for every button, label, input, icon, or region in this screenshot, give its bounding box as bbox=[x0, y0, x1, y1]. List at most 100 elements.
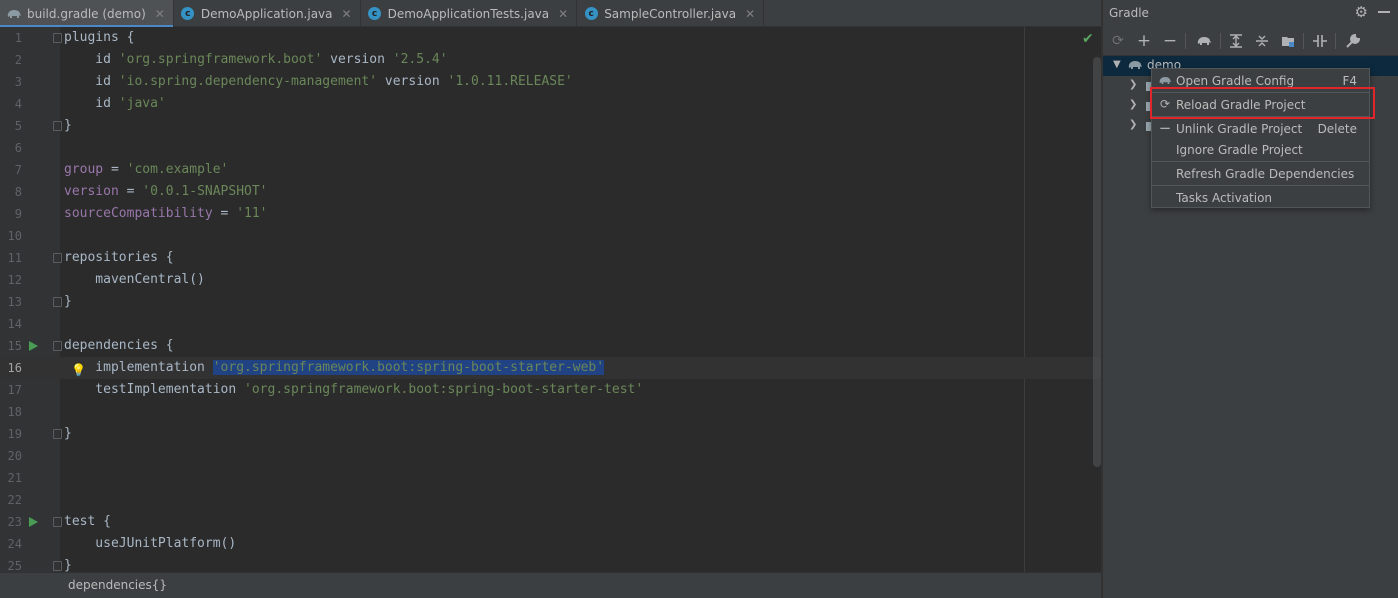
collapse-all-icon[interactable] bbox=[1252, 31, 1272, 51]
code-line[interactable]: 14 bbox=[0, 313, 1101, 335]
fold-marker-icon[interactable] bbox=[53, 517, 62, 527]
tab-label: DemoApplication.java bbox=[200, 6, 333, 21]
menu-item-unlink-gradle-project[interactable]: − Unlink Gradle Project Delete bbox=[1152, 118, 1369, 140]
group-modules-icon[interactable] bbox=[1278, 31, 1298, 51]
line-number: 9 bbox=[14, 207, 22, 221]
code-line[interactable]: 15 dependencies { bbox=[0, 335, 1101, 357]
gradle-elephant-icon bbox=[1127, 59, 1143, 74]
code-text: plugins { bbox=[64, 27, 134, 49]
chevron-right-icon[interactable]: ❯ bbox=[1129, 99, 1137, 110]
fold-marker-icon[interactable] bbox=[53, 561, 62, 571]
fold-marker-icon[interactable] bbox=[53, 121, 62, 131]
code-line[interactable]: 7 group = 'com.example' bbox=[0, 159, 1101, 181]
tab-label: build.gradle (demo) bbox=[27, 6, 146, 21]
line-number: 21 bbox=[7, 471, 22, 485]
fold-marker-icon[interactable] bbox=[53, 297, 62, 307]
line-number: 12 bbox=[7, 273, 22, 287]
add-icon[interactable]: + bbox=[1134, 31, 1154, 51]
code-token: useJUnitPlatform() bbox=[64, 536, 237, 551]
menu-item-refresh-gradle-dependencies[interactable]: Refresh Gradle Dependencies bbox=[1152, 163, 1369, 185]
tab-demo-application-tests[interactable]: c DemoApplicationTests.java ✕ bbox=[361, 0, 578, 27]
code-line[interactable]: 16 💡 implementation 'org.springframework.… bbox=[0, 357, 1101, 379]
menu-item-ignore-gradle-project[interactable]: Ignore Gradle Project bbox=[1152, 139, 1369, 161]
code-line[interactable]: 11 repositories { bbox=[0, 247, 1101, 269]
close-icon[interactable]: ✕ bbox=[342, 7, 352, 21]
chevron-right-icon[interactable]: ❯ bbox=[1129, 119, 1137, 130]
code-line[interactable]: 20 bbox=[0, 445, 1101, 467]
code-line[interactable]: 23 test { bbox=[0, 511, 1101, 533]
code-line[interactable]: 6 bbox=[0, 137, 1101, 159]
menu-item-shortcut: F4 bbox=[1342, 74, 1357, 88]
vertical-scrollbar[interactable] bbox=[1093, 57, 1101, 467]
line-number: 4 bbox=[14, 97, 22, 111]
line-number: 22 bbox=[7, 493, 22, 507]
breadcrumb-item[interactable]: dependencies{} bbox=[68, 578, 167, 592]
line-number: 10 bbox=[7, 229, 22, 243]
gradle-elephant-icon bbox=[1158, 73, 1172, 87]
code-token: dependencies { bbox=[64, 338, 174, 353]
minimize-icon[interactable] bbox=[1378, 11, 1390, 13]
code-line[interactable]: 13} bbox=[0, 291, 1101, 313]
expand-all-icon[interactable] bbox=[1226, 31, 1246, 51]
fold-marker-icon[interactable] bbox=[53, 33, 62, 43]
tab-build-gradle[interactable]: build.gradle (demo) ✕ bbox=[0, 0, 174, 28]
fold-marker-icon[interactable] bbox=[53, 341, 62, 351]
code-line[interactable]: 9 sourceCompatibility = '11' bbox=[0, 203, 1101, 225]
line-number: 8 bbox=[14, 185, 22, 199]
close-icon[interactable]: ✕ bbox=[558, 7, 568, 21]
code-text: } bbox=[64, 555, 72, 572]
build-tool-settings-icon[interactable] bbox=[1343, 31, 1363, 51]
chevron-down-icon[interactable]: ▼ bbox=[1113, 59, 1121, 70]
highlight-annotation-box bbox=[1150, 87, 1375, 119]
line-number: 5 bbox=[14, 119, 22, 133]
toggle-offline-icon[interactable] bbox=[1310, 31, 1330, 51]
tab-demo-application[interactable]: c DemoApplication.java ✕ bbox=[174, 0, 361, 27]
fold-marker-icon[interactable] bbox=[53, 253, 62, 263]
fold-marker-icon[interactable] bbox=[53, 429, 62, 439]
minus-icon: − bbox=[1158, 119, 1172, 137]
menu-item-shortcut: Delete bbox=[1317, 122, 1357, 136]
breadcrumb[interactable]: dependencies{} bbox=[0, 572, 1101, 598]
code-line[interactable]: 12 mavenCentral() bbox=[0, 269, 1101, 291]
code-line[interactable]: 3 id 'io.spring.dependency-management' v… bbox=[0, 71, 1101, 93]
gear-icon[interactable]: ⚙ bbox=[1355, 3, 1368, 21]
code-line[interactable]: 19} bbox=[0, 423, 1101, 445]
run-gutter-icon[interactable] bbox=[29, 341, 38, 351]
toolbar-separator bbox=[1335, 33, 1336, 49]
code-text: test { bbox=[64, 511, 111, 533]
code-editor[interactable]: 1 plugins {2 id 'org.springframework.boot… bbox=[0, 27, 1101, 572]
close-icon[interactable]: ✕ bbox=[745, 7, 755, 21]
code-line[interactable]: 24 useJUnitPlatform() bbox=[0, 533, 1101, 555]
remove-icon[interactable]: − bbox=[1160, 31, 1180, 51]
code-line[interactable]: 2 id 'org.springframework.boot' version … bbox=[0, 49, 1101, 71]
menu-item-label: Tasks Activation bbox=[1176, 191, 1273, 205]
run-gutter-icon[interactable] bbox=[29, 517, 38, 527]
reload-all-icon[interactable]: ⟳ bbox=[1108, 31, 1128, 51]
gradle-elephant-icon[interactable] bbox=[1194, 31, 1214, 51]
line-number: 23 bbox=[7, 515, 22, 529]
menu-item-tasks-activation[interactable]: Tasks Activation bbox=[1152, 187, 1369, 209]
code-token: } bbox=[64, 118, 72, 133]
code-line[interactable]: 10 bbox=[0, 225, 1101, 247]
code-text: id 'java' bbox=[64, 93, 165, 115]
code-line[interactable]: 4 id 'java' bbox=[0, 93, 1101, 115]
code-token: 'com.example' bbox=[126, 162, 229, 177]
chevron-right-icon[interactable]: ❯ bbox=[1129, 79, 1137, 90]
code-line[interactable]: 1 plugins { bbox=[0, 27, 1101, 49]
line-number: 20 bbox=[7, 449, 22, 463]
line-number: 6 bbox=[14, 141, 22, 155]
code-token: '0.0.1-SNAPSHOT' bbox=[142, 184, 268, 199]
code-line[interactable]: 22 bbox=[0, 489, 1101, 511]
close-icon[interactable]: ✕ bbox=[155, 7, 165, 21]
menu-item-label: Ignore Gradle Project bbox=[1176, 143, 1303, 157]
code-line[interactable]: 21 bbox=[0, 467, 1101, 489]
code-line[interactable]: 8 version = '0.0.1-SNAPSHOT' bbox=[0, 181, 1101, 203]
code-text: version = '0.0.1-SNAPSHOT' bbox=[64, 181, 268, 203]
tab-sample-controller[interactable]: c SampleController.java ✕ bbox=[577, 0, 765, 27]
java-class-icon: c bbox=[583, 6, 599, 22]
code-line[interactable]: 25} bbox=[0, 555, 1101, 572]
menu-item-label: Open Gradle Config bbox=[1176, 74, 1295, 88]
code-line[interactable]: 18 bbox=[0, 401, 1101, 423]
code-line[interactable]: 5} bbox=[0, 115, 1101, 137]
code-line[interactable]: 17 testImplementation 'org.springframewo… bbox=[0, 379, 1101, 401]
